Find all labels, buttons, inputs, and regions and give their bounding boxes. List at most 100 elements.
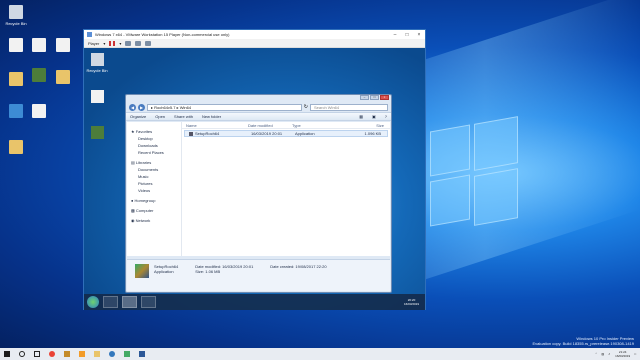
guest-icon[interactable] xyxy=(86,90,108,105)
share-with-button[interactable]: Share with xyxy=(174,114,193,119)
app-icon[interactable] xyxy=(124,351,130,357)
file-thumbnail xyxy=(135,264,149,278)
guest-icon-recycle-bin[interactable]: Recycle Bin xyxy=(86,53,108,73)
nav-computer[interactable]: ▩ Computer xyxy=(127,207,181,214)
file-icon xyxy=(32,104,46,118)
vmware-player-window: Windows 7 x64 - VMware Workstation 15 Pl… xyxy=(83,29,426,310)
maximize-icon[interactable]: □ xyxy=(370,95,379,100)
desktop-icon[interactable] xyxy=(26,68,52,84)
file-icon xyxy=(90,90,104,103)
maximize-icon[interactable]: □ xyxy=(401,32,413,38)
column-date-modified[interactable]: Date modified xyxy=(248,123,292,128)
send-ctrl-alt-del-icon[interactable] xyxy=(125,40,132,46)
nav-item-recent-places[interactable]: Recent Places xyxy=(127,149,181,156)
back-icon[interactable]: ◀ xyxy=(129,103,136,111)
nav-item-desktop[interactable]: Desktop xyxy=(127,135,181,142)
search-input[interactable]: Search Win64 xyxy=(310,103,388,111)
explorer-caption-buttons: – □ × xyxy=(126,95,391,102)
nav-item-videos[interactable]: Videos xyxy=(127,187,181,194)
nav-item-documents[interactable]: Documents xyxy=(127,166,181,173)
file-icon xyxy=(9,38,23,52)
file-icon xyxy=(32,38,46,52)
column-name[interactable]: Name xyxy=(182,123,248,128)
folder-icon xyxy=(9,140,23,154)
column-size[interactable]: Size xyxy=(334,123,390,128)
unity-icon[interactable] xyxy=(135,40,142,46)
folder-icon xyxy=(9,72,23,86)
chevron-up-icon[interactable]: ⌃ xyxy=(595,352,598,356)
desktop-icon-recycle-bin[interactable]: Recycle Bin xyxy=(3,5,29,26)
taskbar-ie-icon[interactable] xyxy=(103,296,118,308)
minimize-icon[interactable]: – xyxy=(360,95,369,100)
recycle-bin-icon xyxy=(9,5,23,19)
vmware-titlebar: Windows 7 x64 - VMware Workstation 15 Pl… xyxy=(84,30,425,39)
organize-button[interactable]: Organize xyxy=(130,114,146,119)
host-clock[interactable]: 21:24 16/03/2019 xyxy=(615,350,630,358)
details-type: Application xyxy=(154,269,174,274)
nav-item-music[interactable]: Music xyxy=(127,173,181,180)
task-view-icon[interactable] xyxy=(34,351,40,357)
search-icon[interactable] xyxy=(19,351,25,357)
app-icon[interactable] xyxy=(139,351,145,357)
nav-network[interactable]: ◉ Network xyxy=(127,217,181,224)
network-icon[interactable]: ▧ xyxy=(601,352,604,356)
pause-icon[interactable] xyxy=(109,40,116,46)
host-taskbar: ⌃ ▧ ♬ 21:24 16/03/2019 □ xyxy=(0,348,640,360)
player-menu-button[interactable]: Player xyxy=(88,41,99,46)
close-icon[interactable]: × xyxy=(413,32,425,38)
explorer-body: ★ Favorites Desktop Downloads Recent Pla… xyxy=(127,122,390,256)
explorer-address-row: ◀ ▶ ▸ Roch64v5.7 ▸ Win64 ↻ Search Win64 xyxy=(126,102,391,112)
details-pane: SetupRoch64 Application Date modified: 1… xyxy=(127,259,390,291)
guest-clock[interactable]: 20:20 16/03/2019 xyxy=(404,298,425,306)
windows-logo-wallpaper xyxy=(430,116,520,230)
start-windows-icon[interactable] xyxy=(4,351,10,357)
file-list: Name Date modified Type Size SetupRoch64… xyxy=(182,122,390,256)
nav-homegroup[interactable]: ● Homegroup xyxy=(127,197,181,204)
store-icon[interactable] xyxy=(64,351,70,357)
taskbar-media-player-icon[interactable] xyxy=(141,296,156,308)
folder-icon xyxy=(56,70,70,84)
desktop-icon[interactable] xyxy=(26,104,52,120)
desktop-icon[interactable] xyxy=(26,38,52,54)
new-folder-button[interactable]: New folder xyxy=(202,114,221,119)
help-icon[interactable]: ? xyxy=(385,114,387,119)
refresh-icon[interactable]: ↻ xyxy=(304,104,308,110)
chrome-icon[interactable] xyxy=(49,351,55,357)
close-icon[interactable]: × xyxy=(380,95,389,100)
nav-item-pictures[interactable]: Pictures xyxy=(127,180,181,187)
open-button[interactable]: Open xyxy=(155,114,165,119)
nav-item-downloads[interactable]: Downloads xyxy=(127,142,181,149)
desktop-icon[interactable] xyxy=(50,38,76,54)
fullscreen-icon[interactable] xyxy=(145,40,152,46)
details-size: Size: 1.06 MB xyxy=(195,269,221,274)
view-options-icon[interactable]: ▦ xyxy=(359,114,363,119)
volume-icon[interactable]: ♬ xyxy=(608,352,611,356)
recycle-bin-icon xyxy=(90,53,104,66)
file-list-header: Name Date modified Type Size xyxy=(182,122,390,129)
minimize-icon[interactable]: – xyxy=(389,32,401,38)
column-type[interactable]: Type xyxy=(292,123,334,128)
file-explorer-icon[interactable] xyxy=(94,351,100,357)
guest-taskbar: 20:20 16/03/2019 xyxy=(84,294,425,310)
edge-icon[interactable] xyxy=(109,351,115,357)
system-tray: ⌃ ▧ ♬ 21:24 16/03/2019 □ xyxy=(595,350,640,358)
windows-start-orb-icon[interactable] xyxy=(87,296,99,308)
chevron-down-icon[interactable]: ▾ xyxy=(119,41,121,46)
app-icon xyxy=(9,104,23,118)
guest-icon[interactable] xyxy=(86,126,108,141)
chevron-down-icon[interactable]: ▾ xyxy=(103,41,105,46)
preview-pane-icon[interactable]: ▣ xyxy=(372,114,376,119)
details-date-created: Date created: 19/08/2017 22:20 xyxy=(270,264,327,269)
desktop-icon[interactable] xyxy=(50,70,76,86)
file-row[interactable]: SetupRoch64 16/03/2019 20:01 Application… xyxy=(184,130,388,137)
forward-icon[interactable]: ▶ xyxy=(138,103,145,111)
taskbar-explorer-icon[interactable] xyxy=(122,296,137,308)
desktop-icon[interactable] xyxy=(3,140,29,156)
vmware-title: Windows 7 x64 - VMware Workstation 15 Pl… xyxy=(95,32,230,37)
app-icon xyxy=(90,126,104,139)
nav-favorites[interactable]: ★ Favorites xyxy=(127,128,181,135)
vmware-taskbar-icon[interactable] xyxy=(79,351,85,357)
address-bar[interactable]: ▸ Roch64v5.7 ▸ Win64 xyxy=(147,103,302,111)
notifications-icon[interactable]: □ xyxy=(634,352,636,356)
nav-libraries[interactable]: ▤ Libraries xyxy=(127,159,181,166)
